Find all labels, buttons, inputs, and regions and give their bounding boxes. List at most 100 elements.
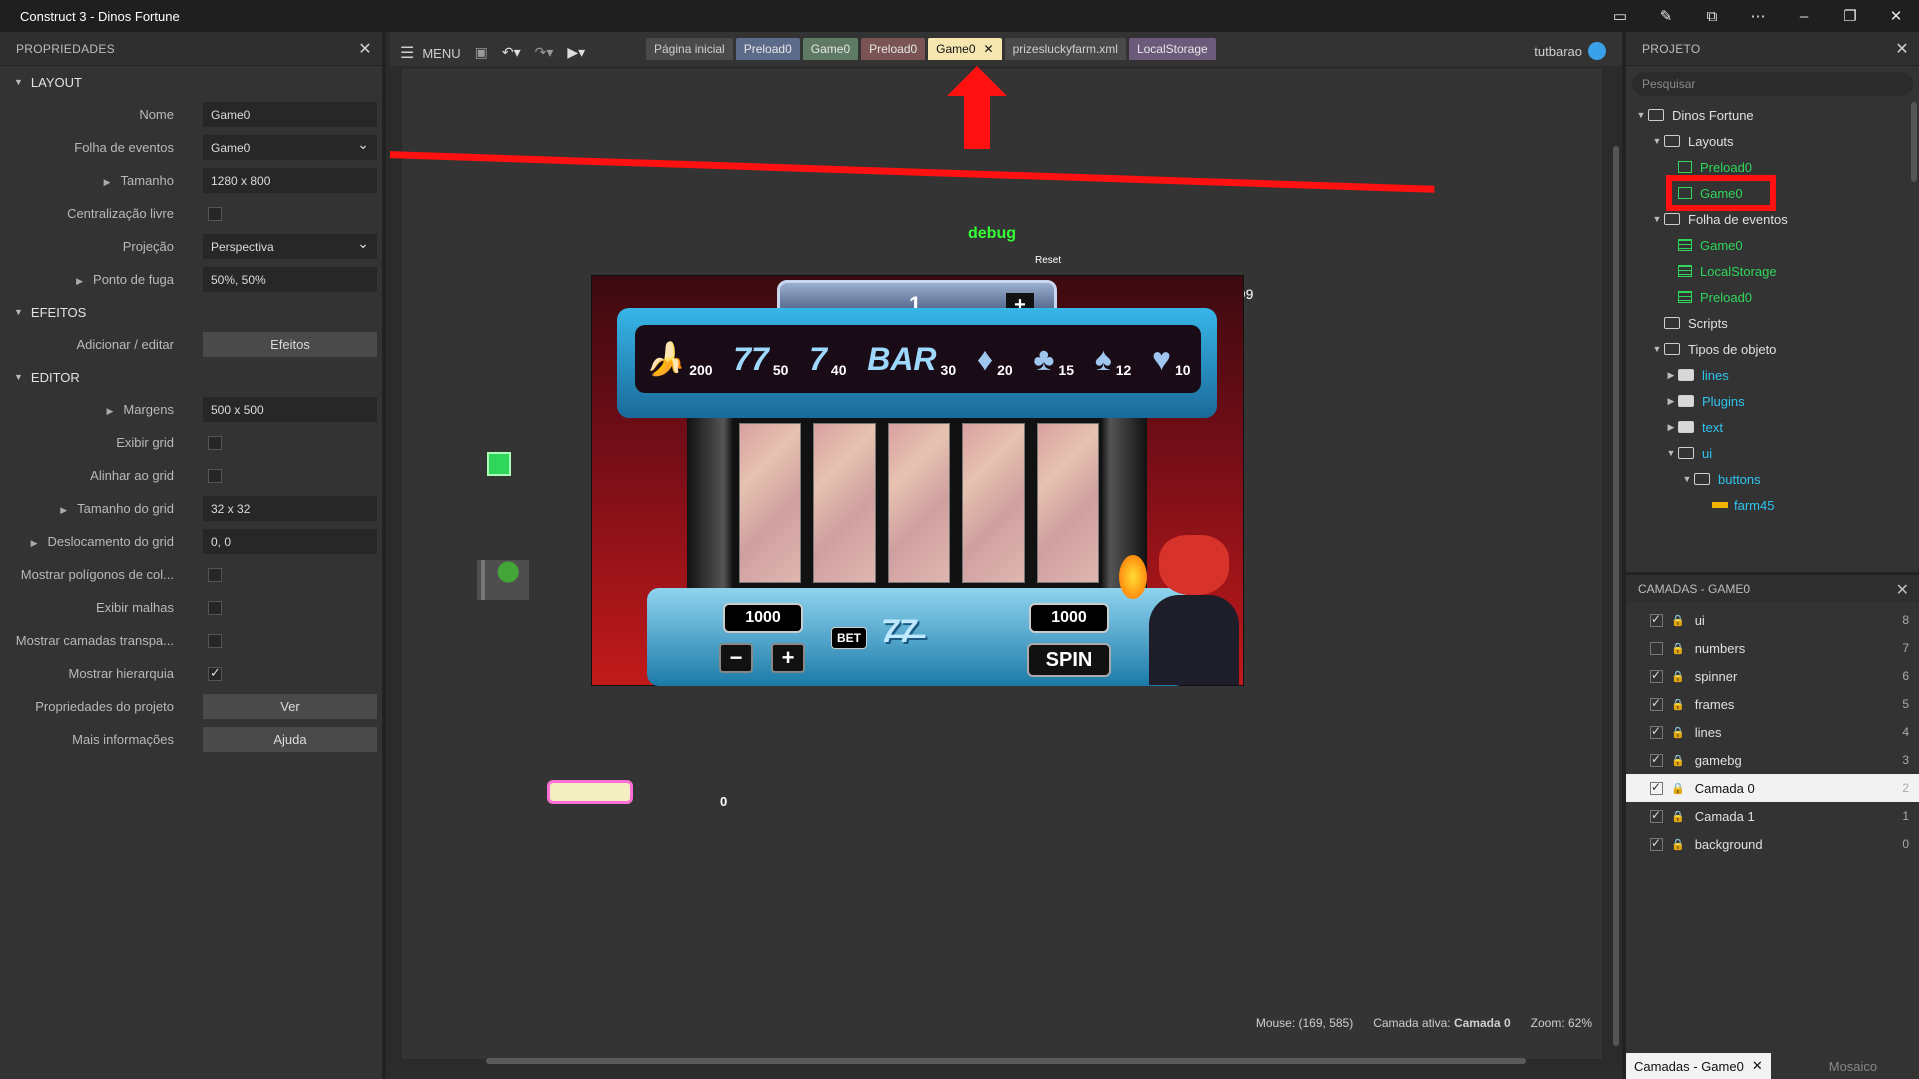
layer-row[interactable]: 🔒 spinner 6 xyxy=(1626,662,1919,690)
tab-localstorage[interactable]: LocalStorage xyxy=(1128,38,1216,60)
layer-visible-checkbox[interactable] xyxy=(1650,612,1663,627)
bet-minus-button[interactable]: − xyxy=(719,643,753,673)
expand-icon[interactable]: ▶ xyxy=(60,505,67,515)
dragon-mascot[interactable] xyxy=(1119,525,1249,685)
undo-icon[interactable]: ↶▾ xyxy=(502,44,521,61)
frame-icon[interactable]: ⧉ xyxy=(1689,0,1735,32)
tree-event-sheets[interactable]: ▼ Folha de eventos xyxy=(1626,206,1919,232)
tree-folder-text[interactable]: ▶ text xyxy=(1626,414,1919,440)
event-sheet-select[interactable]: Game0 xyxy=(203,135,377,160)
vertical-scrollbar[interactable] xyxy=(1613,146,1619,1046)
save-icon[interactable]: ▣ xyxy=(475,44,488,61)
layer-visible-checkbox[interactable] xyxy=(1650,808,1663,823)
user-account[interactable]: tutbarao xyxy=(1534,42,1606,60)
tree-scrollbar[interactable] xyxy=(1911,102,1917,182)
tree-layout-game0[interactable]: Game0 xyxy=(1626,175,1919,211)
layer-row[interactable]: 🔒 frames 5 xyxy=(1626,690,1919,718)
horizontal-scrollbar[interactable] xyxy=(486,1058,1526,1064)
grid-size-field[interactable]: 32 x 32 xyxy=(203,496,377,521)
plant-sprite[interactable] xyxy=(477,560,529,600)
layer-row[interactable]: 🔒 ui 8 xyxy=(1626,606,1919,634)
play-icon[interactable]: ▶▾ xyxy=(567,44,585,61)
restore-icon[interactable]: ❐ xyxy=(1827,0,1873,32)
minimize-icon[interactable]: – xyxy=(1781,0,1827,32)
show-grid-checkbox[interactable] xyxy=(208,435,222,450)
lock-icon[interactable]: 🔒 xyxy=(1671,698,1685,711)
close-icon[interactable]: ✕ xyxy=(358,39,372,59)
layer-row[interactable]: 🔒 background 0 xyxy=(1626,830,1919,858)
section-layout[interactable]: ▼ LAYOUT xyxy=(0,66,382,98)
lock-icon[interactable]: 🔒 xyxy=(1671,670,1685,683)
close-icon[interactable]: ✕ xyxy=(1896,580,1909,600)
close-icon[interactable]: ✕ xyxy=(1895,39,1909,59)
snap-grid-checkbox[interactable] xyxy=(208,468,222,483)
section-editor[interactable]: ▼ EDITOR xyxy=(0,361,382,393)
tab-prizesluckyfarm-xml[interactable]: prizesluckyfarm.xml xyxy=(1004,38,1126,60)
lock-icon[interactable]: 🔒 xyxy=(1671,614,1685,627)
tree-event-localstorage[interactable]: LocalStorage xyxy=(1626,258,1919,284)
project-search-input[interactable]: Pesquisar xyxy=(1632,72,1913,96)
expand-icon[interactable]: ▶ xyxy=(31,538,38,548)
collision-checkbox[interactable] xyxy=(208,567,222,582)
layer-visible-checkbox[interactable] xyxy=(1650,780,1663,795)
tab-preload0[interactable]: Preload0 xyxy=(861,38,926,60)
edit-icon[interactable]: ✎ xyxy=(1643,0,1689,32)
tree-scripts[interactable]: Scripts xyxy=(1626,310,1919,336)
menu-button[interactable]: ☰ MENU xyxy=(400,43,461,63)
tree-event-game0[interactable]: Game0 xyxy=(1626,232,1919,258)
grid-offset-field[interactable]: 0, 0 xyxy=(203,529,377,554)
tree-folder-plugins[interactable]: ▶ Plugins xyxy=(1626,388,1919,414)
tab-game0[interactable]: Game0 ✕ xyxy=(928,38,1002,60)
mesh-checkbox[interactable] xyxy=(208,600,222,615)
green-square-sprite[interactable] xyxy=(487,452,511,476)
unbounded-checkbox[interactable] xyxy=(208,206,222,221)
lock-icon[interactable]: 🔒 xyxy=(1671,838,1685,851)
layer-visible-checkbox[interactable] xyxy=(1650,668,1663,683)
effects-button[interactable]: Efeitos xyxy=(203,332,377,357)
tree-layouts[interactable]: ▼ Layouts xyxy=(1626,128,1919,154)
tree-object-types[interactable]: ▼ Tipos de objeto xyxy=(1626,336,1919,362)
vanishing-point-field[interactable]: 50%, 50% xyxy=(203,267,377,292)
projection-select[interactable]: Perspectiva xyxy=(203,234,377,259)
lock-icon[interactable]: 🔒 xyxy=(1671,810,1685,823)
layer-row[interactable]: 🔒 Camada 0 2 xyxy=(1626,774,1919,802)
expand-icon[interactable]: ▶ xyxy=(76,276,83,286)
section-effects[interactable]: ▼ EFEITOS xyxy=(0,296,382,328)
tab-layers[interactable]: Camadas - Game0 ✕ xyxy=(1626,1053,1771,1079)
slot-machine[interactable]: 1 + 🍌 200 77 50 7 40 BAR 30 ♦ 20 ♣ 15 ♠ 12 ♥ 10 1000 − … xyxy=(591,275,1244,686)
lock-icon[interactable]: 🔒 xyxy=(1671,642,1685,655)
margins-field[interactable]: 500 x 500 xyxy=(203,397,377,422)
tab-p-gina-inicial[interactable]: Página inicial xyxy=(646,38,733,60)
close-icon[interactable]: ✕ xyxy=(1752,1058,1763,1074)
layer-visible-checkbox[interactable] xyxy=(1650,696,1663,711)
close-icon[interactable]: ✕ xyxy=(984,42,994,56)
lock-icon[interactable]: 🔒 xyxy=(1671,782,1685,795)
debug-text[interactable]: debug xyxy=(968,225,1016,243)
bet-plus-button[interactable]: + xyxy=(771,643,805,673)
layer-row[interactable]: 🔒 Camada 1 1 xyxy=(1626,802,1919,830)
progress-bar-sprite[interactable] xyxy=(547,780,633,804)
layer-visible-checkbox[interactable] xyxy=(1650,752,1663,767)
size-field[interactable]: 1280 x 800 xyxy=(203,168,377,193)
clipboard-icon[interactable]: ▭ xyxy=(1597,0,1643,32)
tree-item-farm45[interactable]: farm45 xyxy=(1626,492,1919,518)
layer-visible-checkbox[interactable] xyxy=(1650,836,1663,851)
view-project-button[interactable]: Ver xyxy=(203,694,377,719)
tree-folder-ui[interactable]: ▼ ui xyxy=(1626,440,1919,466)
reset-text[interactable]: Reset xyxy=(1035,255,1061,266)
tree-folder-buttons[interactable]: ▼ buttons xyxy=(1626,466,1919,492)
layer-row[interactable]: 🔒 lines 4 xyxy=(1626,718,1919,746)
layout-canvas[interactable]: debug Reset 999 0 1 + 🍌2007750740BAR30♦2… xyxy=(390,66,1622,1066)
lock-icon[interactable]: 🔒 xyxy=(1671,726,1685,739)
lock-icon[interactable]: 🔒 xyxy=(1671,754,1685,767)
tree-folder-lines[interactable]: ▶ lines xyxy=(1626,362,1919,388)
close-icon[interactable]: ✕ xyxy=(1873,0,1919,32)
layer-visible-checkbox[interactable] xyxy=(1650,724,1663,739)
layer-row[interactable]: 🔒 numbers 7 xyxy=(1626,634,1919,662)
name-field[interactable]: Game0 xyxy=(203,102,377,127)
hierarchy-checkbox[interactable] xyxy=(208,665,222,681)
transparent-layers-checkbox[interactable] xyxy=(208,633,222,648)
tab-game0[interactable]: Game0 xyxy=(802,38,859,60)
layer-visible-checkbox[interactable] xyxy=(1650,641,1663,655)
more-icon[interactable]: ⋯ xyxy=(1735,0,1781,32)
